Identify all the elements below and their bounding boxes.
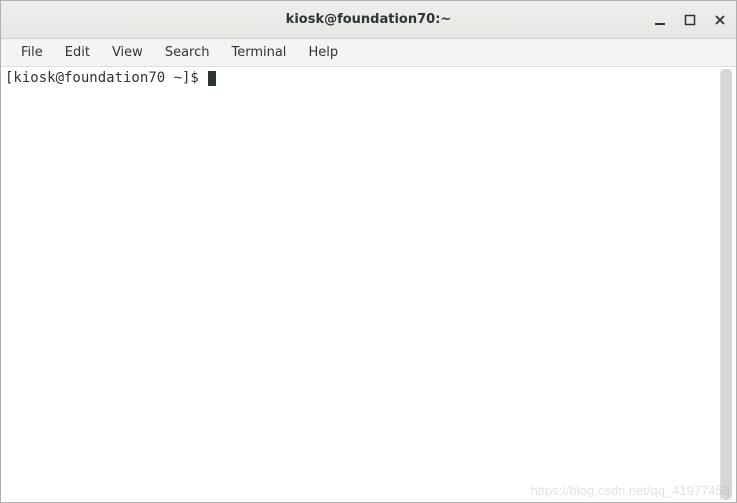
cursor-icon [208, 71, 216, 86]
window-title: kiosk@foundation70:~ [286, 12, 452, 27]
terminal-window: kiosk@foundation70:~ File Edit View Sear… [0, 0, 737, 503]
window-controls [652, 1, 728, 38]
maximize-button[interactable] [682, 12, 698, 28]
menubar: File Edit View Search Terminal Help [1, 39, 736, 67]
menu-terminal[interactable]: Terminal [221, 41, 296, 64]
menu-help[interactable]: Help [298, 41, 348, 64]
vertical-scrollbar[interactable] [720, 69, 732, 500]
prompt-line: [kiosk@foundation70 ~]$ [5, 69, 720, 87]
minimize-button[interactable] [652, 12, 668, 28]
titlebar: kiosk@foundation70:~ [1, 1, 736, 39]
close-button[interactable] [712, 12, 728, 28]
menu-edit[interactable]: Edit [55, 41, 100, 64]
terminal-area[interactable]: [kiosk@foundation70 ~]$ https://blog.csd… [1, 67, 736, 502]
scrollbar-thumb[interactable] [721, 69, 732, 500]
menu-view[interactable]: View [102, 41, 153, 64]
menu-file[interactable]: File [11, 41, 53, 64]
menu-search[interactable]: Search [155, 41, 220, 64]
prompt-text: [kiosk@foundation70 ~]$ [5, 69, 207, 87]
terminal-content[interactable]: [kiosk@foundation70 ~]$ [5, 69, 720, 500]
